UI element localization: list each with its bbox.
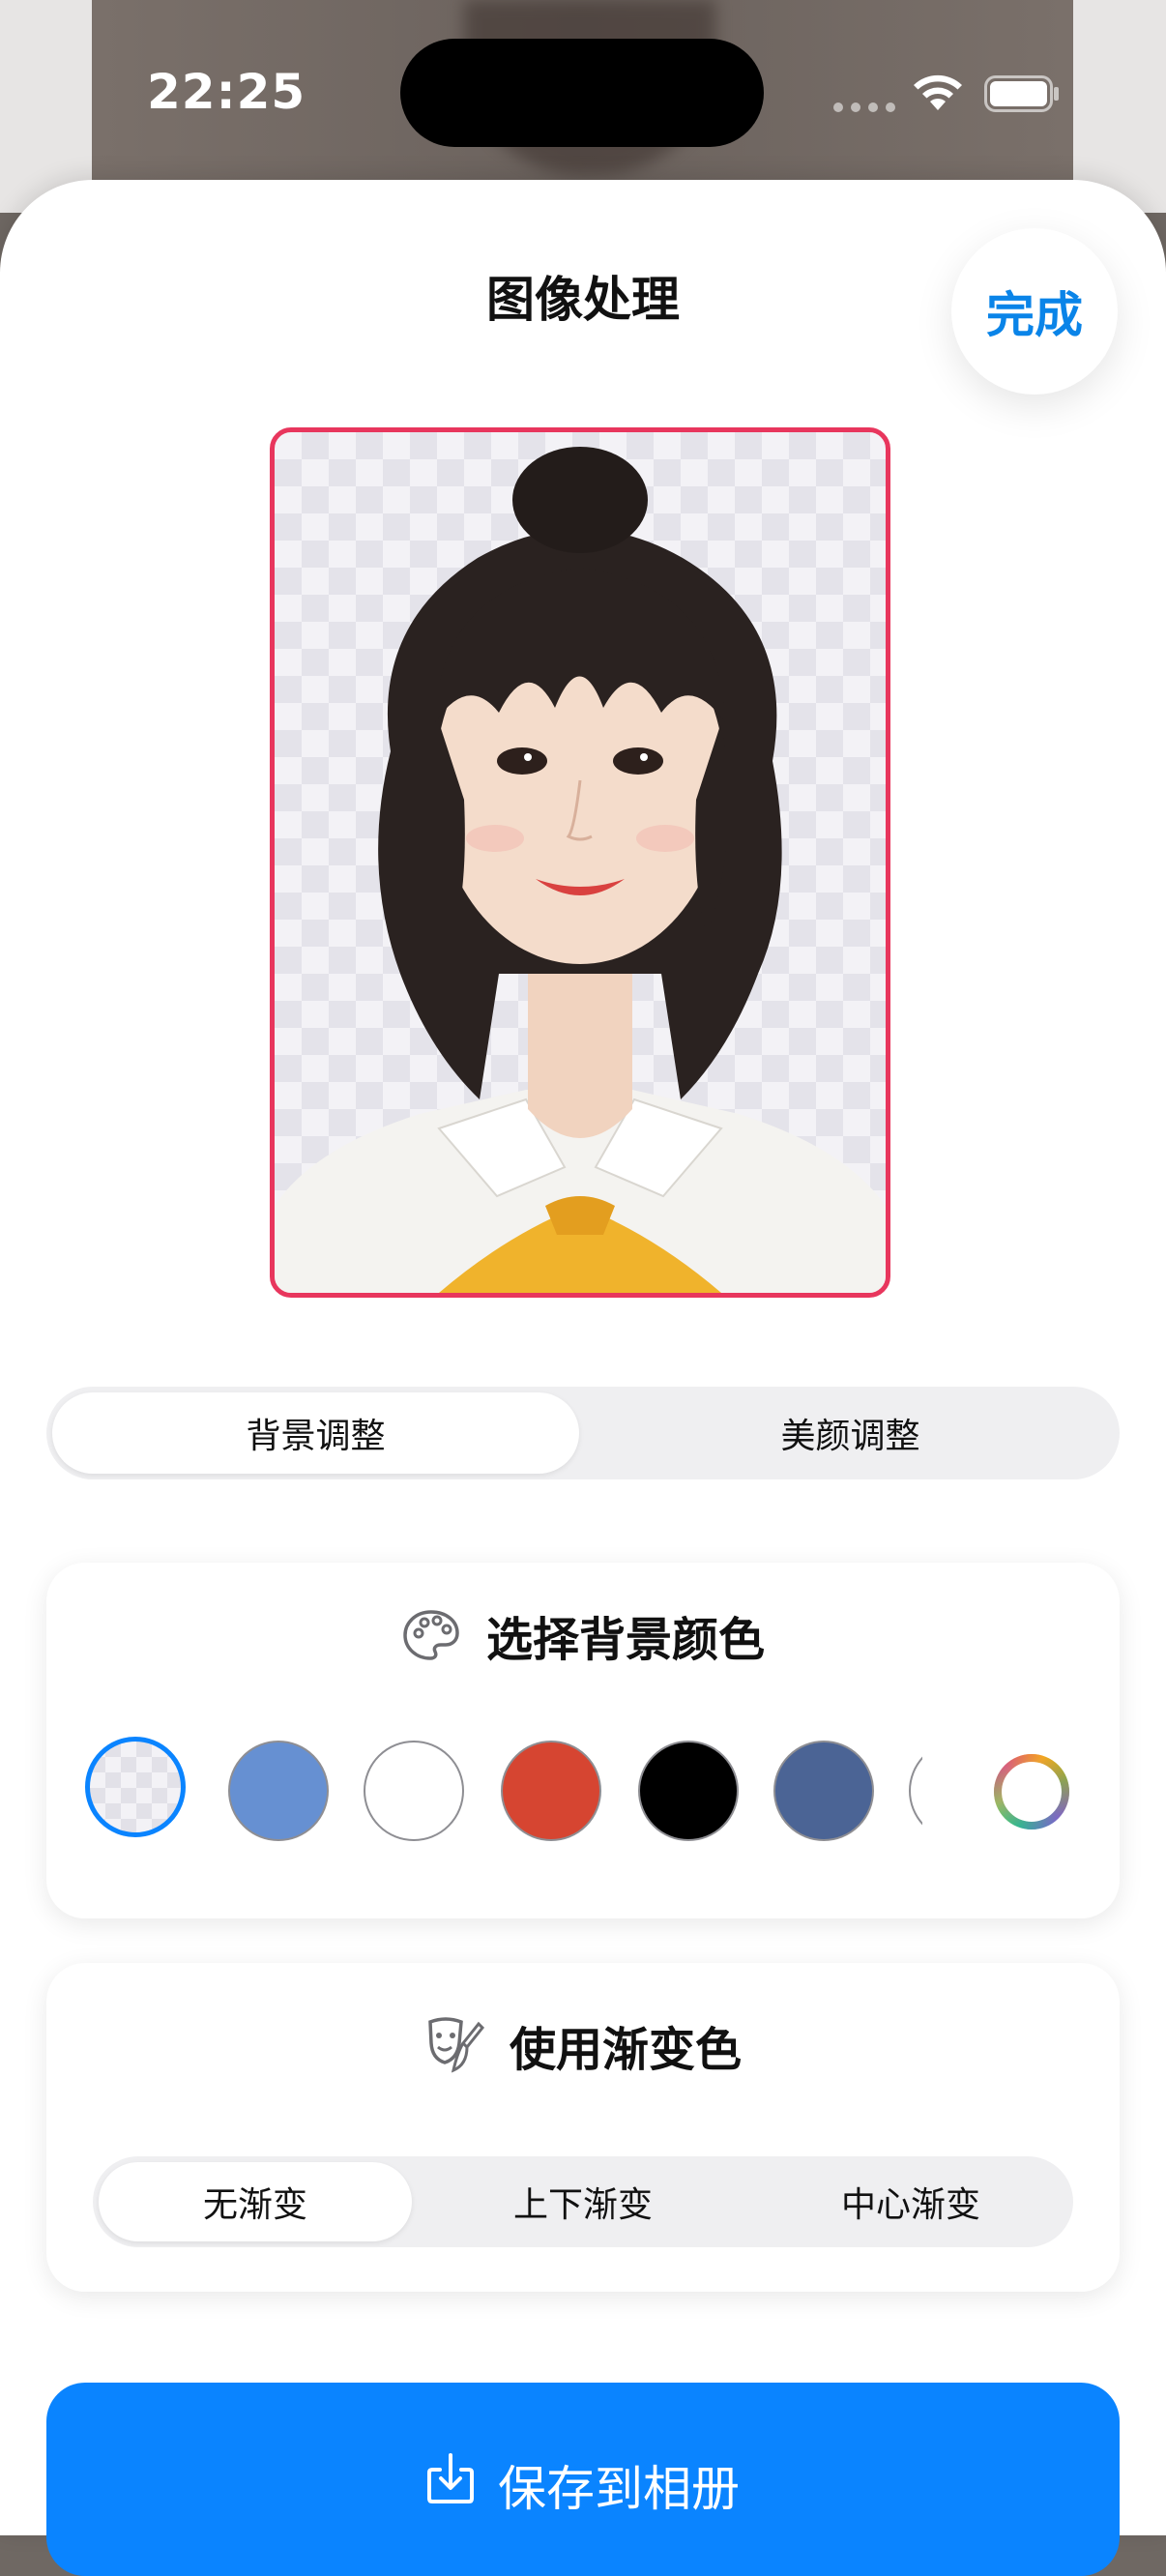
option-no-gradient[interactable]: 无渐变	[99, 2162, 412, 2241]
photo-preview[interactable]	[270, 427, 890, 1298]
swatch-light-blue[interactable]	[228, 1741, 329, 1841]
palette-icon	[403, 1610, 459, 1660]
gradient-card: 使用渐变色 无渐变 上下渐变 中心渐变	[46, 1963, 1120, 2292]
status-time: 22:25	[147, 64, 306, 120]
dynamic-island	[400, 39, 764, 147]
color-wheel-icon[interactable]	[992, 1752, 1071, 1831]
swatch-more-partial[interactable]	[909, 1741, 922, 1841]
save-to-album-button[interactable]: 保存到相册	[46, 2383, 1120, 2576]
tab-background-adjust[interactable]: 背景调整	[52, 1392, 579, 1474]
swatch-red[interactable]	[501, 1741, 601, 1841]
done-button[interactable]: 完成	[951, 228, 1118, 395]
background-color-card-title: 选择背景颜色	[46, 1601, 1120, 1669]
cellular-signal-icon	[833, 102, 895, 112]
option-center-gradient[interactable]: 中心渐变	[754, 2162, 1067, 2241]
gradient-card-title: 使用渐变色	[46, 2011, 1120, 2079]
gradient-options: 无渐变 上下渐变 中心渐变	[93, 2156, 1073, 2247]
tab-beauty-adjust[interactable]: 美颜调整	[587, 1392, 1114, 1474]
portrait-cutout	[275, 447, 886, 1293]
gradient-title: 使用渐变色	[509, 2023, 742, 2077]
download-icon	[427, 2453, 474, 2503]
adjustment-tabs: 背景调整 美颜调整	[46, 1387, 1120, 1479]
swatch-dark-blue[interactable]	[773, 1741, 874, 1841]
option-vertical-gradient[interactable]: 上下渐变	[426, 2162, 740, 2241]
battery-icon	[984, 75, 1059, 112]
swatch-white[interactable]	[364, 1741, 464, 1841]
theater-masks-icon	[428, 2017, 484, 2073]
save-button-label: 保存到相册	[498, 2461, 740, 2517]
swatch-black[interactable]	[638, 1741, 739, 1841]
wifi-icon	[914, 74, 962, 110]
swatch-transparent[interactable]	[85, 1737, 186, 1837]
background-color-title: 选择背景颜色	[485, 1613, 765, 1667]
background-color-card: 选择背景颜色	[46, 1563, 1120, 1918]
status-bar: 22:25	[0, 0, 1166, 184]
